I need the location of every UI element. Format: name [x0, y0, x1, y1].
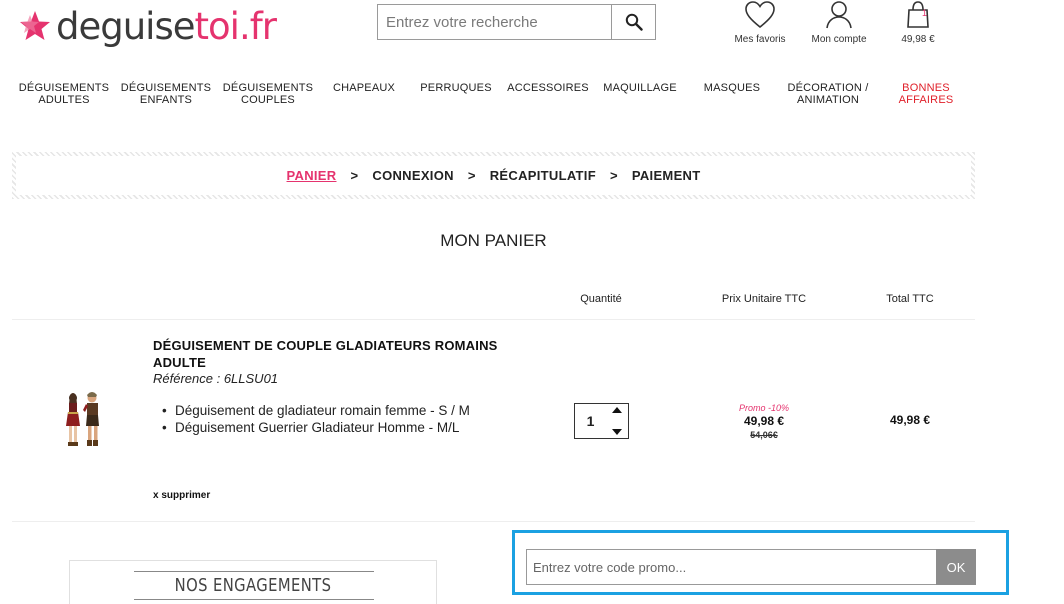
nav-item-hats[interactable]: CHAPEAUX	[324, 82, 404, 94]
list-item: Déguisement Guerrier Gladiateur Homme - …	[162, 419, 470, 436]
step-separator: >	[467, 168, 476, 183]
divider	[134, 599, 374, 600]
engagements-panel: NOS ENGAGEMENTS	[69, 560, 437, 604]
account-link[interactable]: Mon compte	[806, 0, 872, 45]
cart-link[interactable]: 1 49,98 €	[896, 0, 940, 45]
product-reference: Référence : 6LLSU01	[153, 371, 279, 386]
logo-text: deguisetoi.fr	[56, 4, 277, 48]
step-payment: PAIEMENT	[631, 168, 701, 183]
engagements-title: NOS ENGAGEMENTS	[174, 575, 332, 596]
divider	[12, 319, 975, 320]
nav-item-makeup[interactable]: MAQUILLAGE	[596, 82, 684, 94]
product-title[interactable]: DÉGUISEMENT DE COUPLE GLADIATEURS ROMAIN…	[153, 337, 533, 371]
column-header-quantity: Quantité	[580, 293, 622, 305]
caret-down-icon	[612, 429, 622, 435]
nav-item-accessories[interactable]: ACCESSOIRES	[503, 82, 593, 94]
column-header-unit-price: Prix Unitaire TTC	[721, 293, 807, 305]
nav-item-adult-costumes[interactable]: DÉGUISEMENTS ADULTES	[14, 82, 114, 106]
nav-item-decoration[interactable]: DÉCORATION / ANIMATION	[780, 82, 876, 106]
line-total: 49,98 €	[889, 413, 931, 427]
checkout-steps: PANIER > CONNEXION > RÉCAPITULATIF > PAI…	[12, 152, 975, 199]
search-bar	[377, 4, 656, 40]
product-image[interactable]	[58, 390, 108, 450]
caret-up-icon	[612, 407, 622, 413]
search-icon	[625, 13, 643, 31]
nav-item-masks[interactable]: MASQUES	[695, 82, 769, 94]
site-logo[interactable]: deguisetoi.fr	[18, 4, 277, 48]
step-summary: RÉCAPITULATIF	[489, 168, 596, 183]
search-input[interactable]	[378, 5, 611, 39]
promo-code-box: OK	[512, 530, 1009, 595]
favorites-link[interactable]: Mes favoris	[728, 0, 792, 45]
quantity-increase-button[interactable]	[611, 401, 623, 419]
star-logo-icon	[20, 11, 50, 40]
account-label: Mon compte	[811, 34, 867, 45]
remove-item-button[interactable]: x supprimer	[153, 490, 210, 501]
step-cart[interactable]: PANIER	[287, 168, 337, 183]
nav-item-wigs[interactable]: PERRUQUES	[416, 82, 496, 94]
step-separator: >	[609, 168, 618, 183]
nav-item-couple-costumes[interactable]: DÉGUISEMENTS COUPLES	[218, 82, 318, 106]
promo-submit-button[interactable]: OK	[936, 549, 976, 585]
product-items: Déguisement de gladiateur romain femme -…	[162, 402, 470, 436]
search-button[interactable]	[611, 5, 655, 39]
quantity-value[interactable]: 1	[575, 404, 606, 438]
cart-total: 49,98 €	[901, 34, 935, 45]
page-title: MON PANIER	[440, 231, 547, 250]
promo-code-input[interactable]	[526, 549, 938, 585]
promo-badge: Promo -10%	[738, 403, 790, 413]
quantity-decrease-button[interactable]	[611, 423, 623, 441]
step-separator: >	[350, 168, 359, 183]
step-login: CONNEXION	[372, 168, 454, 183]
nav-item-kids-costumes[interactable]: DÉGUISEMENTS ENFANTS	[116, 82, 216, 106]
original-price: 54,06€	[750, 430, 778, 440]
divider	[134, 571, 374, 572]
unit-price: 49,98 €	[743, 414, 785, 428]
divider	[12, 521, 975, 522]
quantity-stepper: 1	[574, 403, 629, 439]
heart-icon	[745, 1, 775, 29]
cart-count-badge: 1	[922, 8, 928, 18]
list-item: Déguisement de gladiateur romain femme -…	[162, 402, 470, 419]
user-icon	[826, 1, 852, 29]
favorites-label: Mes favoris	[734, 34, 786, 45]
nav-item-deals[interactable]: BONNES AFFAIRES	[886, 82, 966, 106]
column-header-total: Total TTC	[886, 293, 934, 305]
